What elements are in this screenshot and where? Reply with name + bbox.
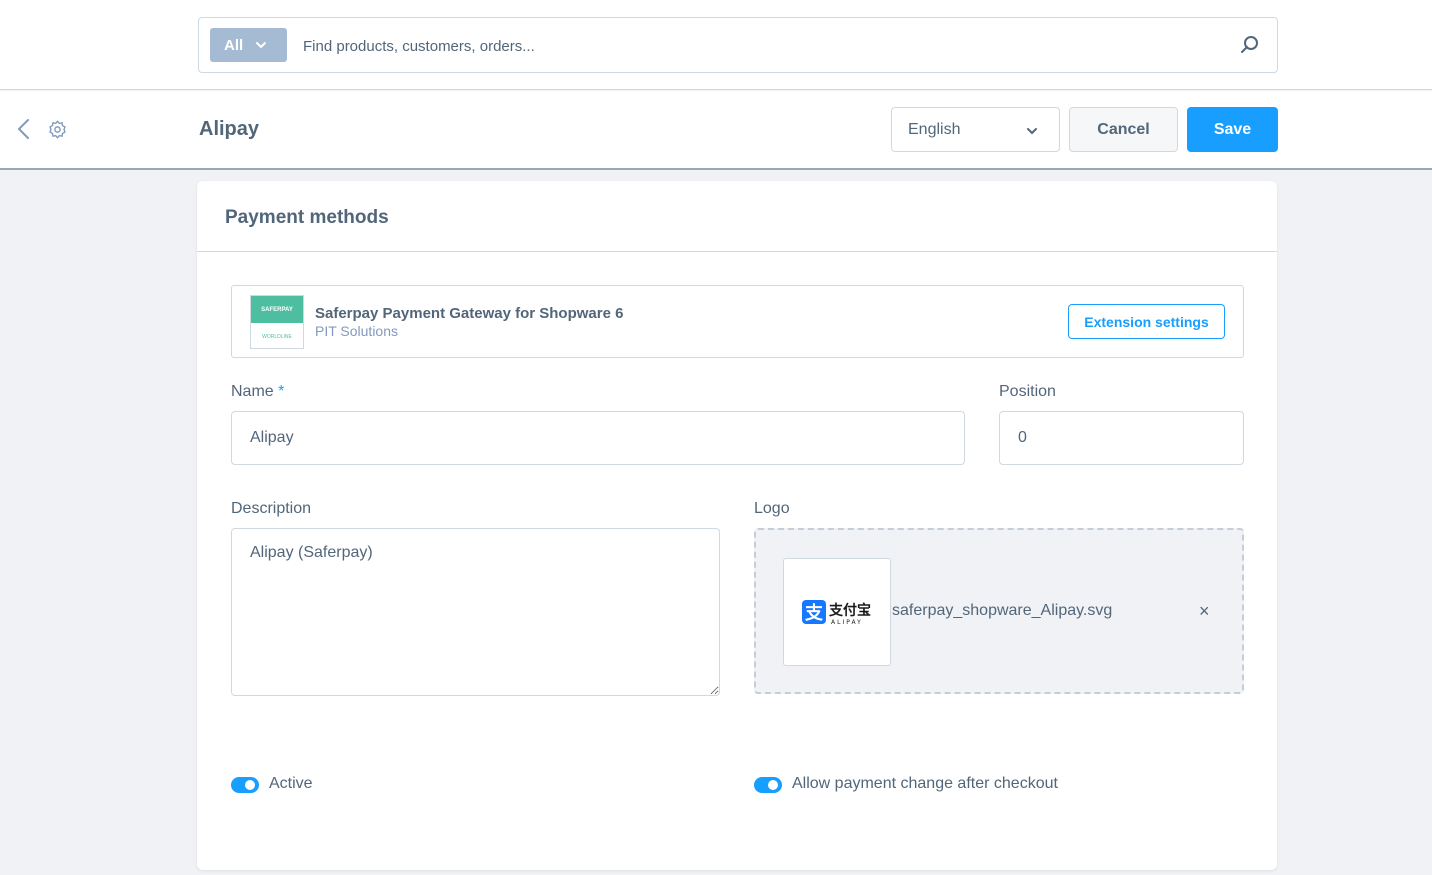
description-textarea[interactable]: Alipay (Saferpay) <box>231 528 720 696</box>
back-icon[interactable] <box>14 118 34 140</box>
saferpay-logo-top-text: SAFERPAY <box>251 296 303 323</box>
smart-bar: Alipay English Cancel Save <box>0 91 1432 170</box>
global-search: All <box>198 17 1278 73</box>
extension-vendor: PIT Solutions <box>315 323 399 339</box>
card-title: Payment methods <box>225 207 389 228</box>
save-button[interactable]: Save <box>1187 107 1278 152</box>
name-input[interactable] <box>231 411 965 465</box>
logo-filename: saferpay_shopware_Alipay.svg <box>892 602 1113 619</box>
close-icon[interactable]: × <box>1199 601 1210 622</box>
saferpay-logo: SAFERPAY WORLDLINE <box>250 295 304 349</box>
chevron-down-icon <box>256 42 267 49</box>
name-label-text: Name <box>231 383 274 400</box>
language-select[interactable]: English <box>891 107 1060 152</box>
logo-preview: 支 支付宝 ALIPAY <box>783 558 891 666</box>
chevron-down-icon <box>1027 128 1037 135</box>
allow-payment-change-label: Allow payment change after checkout <box>792 775 1058 792</box>
logo-upload-area[interactable]: 支 支付宝 ALIPAY saferpay_shopware_Alipay.sv… <box>754 528 1244 694</box>
required-mark: * <box>278 383 285 400</box>
allow-payment-change-toggle[interactable] <box>754 777 782 793</box>
position-input[interactable] <box>999 411 1244 465</box>
search-type-label: All <box>224 36 244 54</box>
name-field-label: Name * <box>231 383 284 401</box>
cancel-button[interactable]: Cancel <box>1069 107 1178 152</box>
language-select-value: English <box>908 120 961 138</box>
position-field-label: Position <box>999 383 1056 400</box>
search-type-dropdown[interactable]: All <box>210 28 287 62</box>
svg-text:支: 支 <box>804 602 824 624</box>
search-input[interactable] <box>303 32 1203 60</box>
gear-icon[interactable] <box>47 119 68 140</box>
payment-methods-card: Payment methods SAFERPAY WORLDLINE Safer… <box>197 181 1277 870</box>
extension-info-box: SAFERPAY WORLDLINE Saferpay Payment Gate… <box>231 285 1244 358</box>
card-divider <box>197 251 1277 252</box>
search-icon[interactable] <box>1239 34 1261 56</box>
extension-name: Saferpay Payment Gateway for Shopware 6 <box>315 305 624 322</box>
svg-text:支付宝: 支付宝 <box>828 602 871 619</box>
active-toggle-label: Active <box>269 775 313 792</box>
extension-settings-button[interactable]: Extension settings <box>1068 304 1225 339</box>
alipay-logo: 支 支付宝 ALIPAY <box>802 600 871 626</box>
svg-text:ALIPAY: ALIPAY <box>831 619 863 626</box>
page-title: Alipay <box>199 118 260 140</box>
saferpay-logo-bottom-text: WORLDLINE <box>262 333 292 340</box>
active-toggle[interactable] <box>231 777 259 793</box>
logo-field-label: Logo <box>754 500 790 517</box>
description-field-label: Description <box>231 500 312 517</box>
top-bar: All <box>0 0 1432 90</box>
